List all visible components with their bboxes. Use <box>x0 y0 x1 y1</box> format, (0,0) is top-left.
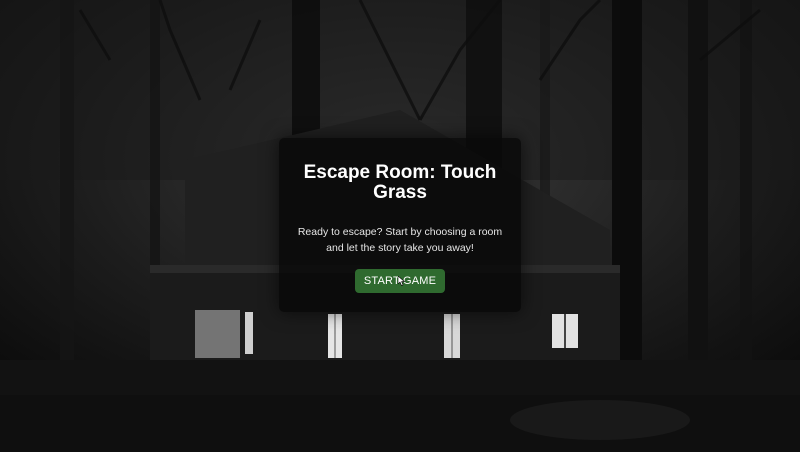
mouse-pointer-icon <box>398 276 406 286</box>
intro-text: Ready to escape? Start by choosing a roo… <box>297 226 503 254</box>
game-title: Escape Room: Touch Grass <box>303 162 497 203</box>
